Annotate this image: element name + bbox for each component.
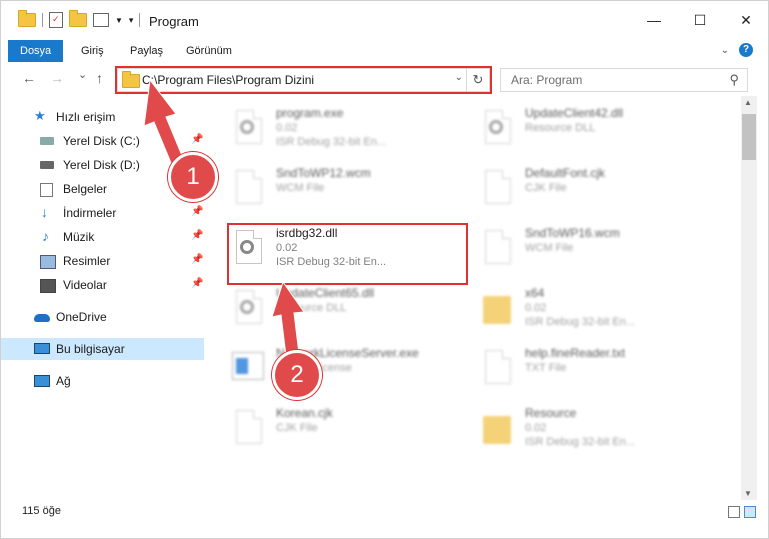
step-2-badge: 2 — [272, 350, 322, 400]
step-1-badge: 1 — [168, 152, 218, 202]
annotation-arrows — [143, 78, 305, 365]
